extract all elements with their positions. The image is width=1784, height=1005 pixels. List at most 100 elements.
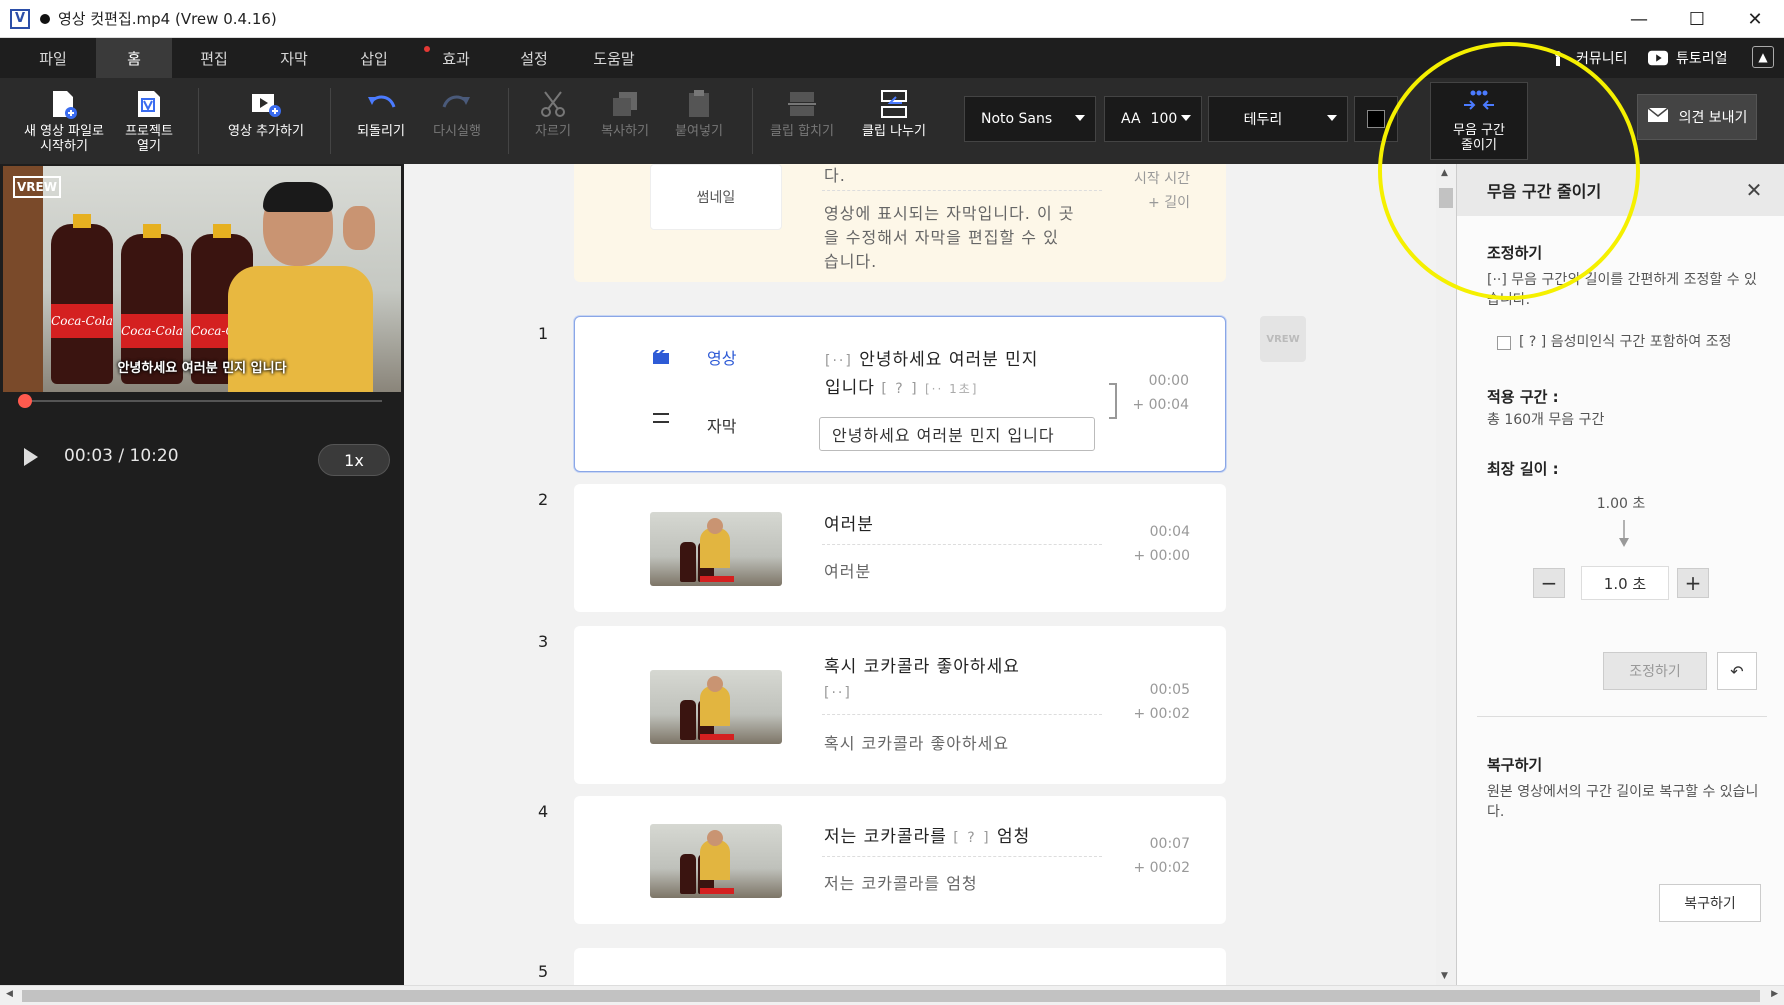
scroll-down-icon[interactable]: ▼ — [1441, 971, 1448, 981]
scroll-right-icon[interactable]: ▶ — [1771, 989, 1778, 999]
add-video-button[interactable]: 영상 추가하기 — [216, 88, 316, 139]
include-unrecognized-label[interactable]: [ ? ] 음성미인식 구간 포함하여 조정 — [1519, 332, 1779, 352]
menu-file[interactable]: 파일 — [20, 38, 86, 78]
restore-button[interactable]: 복구하기 — [1659, 884, 1761, 922]
close-button[interactable]: ✕ — [1726, 0, 1784, 38]
clip-thumbnail[interactable] — [650, 824, 782, 898]
editor-scrollbar[interactable]: ▲ ▼ — [1436, 164, 1456, 985]
apply-adjust-button[interactable]: 조정하기 — [1603, 652, 1707, 690]
new-video-button[interactable]: 새 영상 파일로 시작하기 — [22, 88, 106, 154]
menu-insert[interactable]: 삽입 — [336, 38, 412, 78]
clip-start-time: 00:00 — [1148, 373, 1189, 389]
font-select[interactable]: Noto Sans — [964, 96, 1096, 142]
reduce-silence-button[interactable]: 무음 구간 줄이기 — [1430, 82, 1528, 160]
clip-subtitle-text[interactable]: 여러분 — [824, 558, 871, 582]
scrollbar-thumb[interactable] — [22, 990, 1760, 1002]
unrecognized-tag[interactable]: [ ? ] — [881, 381, 918, 397]
clip-word-text[interactable]: 안녕하세요 여러분 민지 — [859, 350, 1038, 370]
cut-button[interactable]: 자르기 — [520, 88, 586, 139]
video-preview[interactable]: Coca-Cola Coca-Cola Coca-Cola VREW 안녕하세요… — [3, 166, 401, 392]
vrew-side-icon[interactable]: VREW — [1260, 316, 1306, 362]
clip-subtitle-text[interactable]: 저는 코카콜라를 엄청 — [824, 870, 978, 894]
subtitle-row-label: 자막 — [707, 417, 737, 436]
play-icon[interactable] — [24, 448, 38, 466]
horizontal-scrollbar[interactable]: ◀ ▶ — [0, 985, 1784, 1005]
merge-clip-button[interactable]: 클립 합치기 — [760, 88, 844, 139]
clipboard-icon — [683, 88, 715, 120]
include-unrecognized-checkbox[interactable] — [1497, 336, 1511, 350]
video-row-label: 영상 — [707, 349, 737, 368]
subtitle-input[interactable]: 안녕하세요 여러분 민지 입니다 — [819, 417, 1095, 451]
max-length-heading: 최장 길이 : — [1487, 460, 1559, 478]
menu-settings[interactable]: 설정 — [496, 38, 572, 78]
menu-edit[interactable]: 편집 — [176, 38, 252, 78]
menu-home[interactable]: 홈 — [96, 38, 172, 78]
minimize-button[interactable]: — — [1610, 0, 1668, 38]
youtube-icon — [1648, 50, 1668, 66]
tutorial-label: 튜토리얼 — [1676, 51, 1728, 67]
paste-button[interactable]: 붙여넣기 — [664, 88, 734, 139]
border-select[interactable]: 테두리 — [1208, 96, 1348, 142]
chevron-down-icon — [1181, 115, 1191, 121]
community-link[interactable]: 커뮤니티 — [1548, 38, 1628, 78]
scissors-icon — [537, 88, 569, 120]
panel-divider — [1477, 716, 1767, 717]
menu-bar: 파일 홈 편집 자막 삽입 효과 설정 도움말 커뮤니티 튜토리얼 — [0, 38, 1784, 78]
clip-words[interactable]: 저는 코카콜라를 [ ? ] 엄청 — [824, 822, 1030, 847]
clip-words[interactable]: 입니다 [ ? ] [·· 1초] — [825, 373, 978, 398]
scroll-left-icon[interactable]: ◀ — [6, 989, 13, 999]
clip-card[interactable]: 혹시 코카콜라 좋아하세요 [··] 혹시 코카콜라 좋아하세요 00:05 +… — [574, 626, 1226, 784]
max-length-input[interactable]: 1.0 초 — [1581, 566, 1669, 600]
clip-card[interactable]: 여러분 여러분 00:04 + 00:00 — [574, 484, 1226, 612]
increase-button[interactable]: + — [1677, 568, 1709, 598]
menu-effects[interactable]: 효과 — [418, 38, 494, 78]
scrollbar-thumb[interactable] — [1439, 188, 1453, 208]
scroll-up-icon[interactable]: ▲ — [1441, 168, 1448, 178]
clip-word-text[interactable]: 엄청 — [997, 827, 1030, 847]
send-feedback-label: 의견 보내기 — [1678, 110, 1748, 126]
silence-duration-tag[interactable]: [·· 1초] — [925, 382, 978, 396]
text-color-picker[interactable] — [1354, 96, 1398, 142]
menu-effects-label: 효과 — [442, 49, 470, 68]
clip-card[interactable]: 저는 코카콜라를 [ ? ] 엄청 저는 코카콜라를 엄청 00:07 + 00… — [574, 796, 1226, 924]
copy-button[interactable]: 복사하기 — [590, 88, 660, 139]
unrecognized-tag[interactable]: [ ? ] — [953, 830, 990, 846]
intro-text-line: 영상에 표시되는 자막입니다. 이 곳 — [824, 204, 1075, 223]
clip-word-text[interactable]: 입니다 — [825, 378, 875, 398]
clip-words[interactable]: [··] 안녕하세요 여러분 민지 — [825, 345, 1038, 370]
close-icon[interactable]: ✕ — [1742, 178, 1766, 202]
open-project-label-2: 열기 — [137, 139, 161, 154]
maximize-button[interactable]: ☐ — [1668, 0, 1726, 38]
send-feedback-button[interactable]: 의견 보내기 — [1637, 94, 1757, 140]
clip-word-text[interactable]: 저는 코카콜라를 — [824, 827, 947, 847]
clip-word-text[interactable]: 여러분 — [824, 510, 874, 535]
collapse-toolbar-button[interactable]: ▲ — [1752, 46, 1774, 68]
copy-icon — [609, 88, 641, 120]
undo-button[interactable]: 되돌리기 — [348, 88, 414, 139]
silence-tag[interactable]: [··] — [824, 685, 852, 701]
font-size-select[interactable]: AA 100 — [1104, 96, 1202, 142]
toolbar-separator — [330, 88, 331, 154]
clip-subtitle-text[interactable]: 혹시 코카콜라 좋아하세요 — [824, 730, 1009, 754]
toolbar-separator — [198, 88, 199, 154]
clip-word-text[interactable]: 혹시 코카콜라 좋아하세요 — [824, 652, 1020, 677]
clip-words[interactable]: [··] — [824, 682, 852, 702]
tutorial-link[interactable]: 튜토리얼 — [1648, 38, 1728, 78]
menu-help[interactable]: 도움말 — [576, 38, 652, 78]
menu-subtitle[interactable]: 자막 — [256, 38, 332, 78]
decrease-button[interactable]: − — [1533, 568, 1565, 598]
clip-length: + 00:02 — [1133, 706, 1190, 722]
playback-speed-button[interactable]: 1x — [318, 444, 390, 476]
clip-thumbnail[interactable] — [650, 670, 782, 744]
split-clip-button[interactable]: 클립 나누기 — [852, 88, 936, 139]
clip-card[interactable]: 영상 자막 [··] 안녕하세요 여러분 민지 입니다 [ ? ] [·· 1초… — [574, 316, 1226, 472]
clip-thumbnail[interactable] — [650, 512, 782, 586]
seek-bar[interactable] — [17, 394, 382, 408]
clip-card[interactable] — [574, 948, 1226, 985]
open-project-button[interactable]: 프로젝트 열기 — [114, 88, 184, 154]
compress-arrows-icon — [1462, 89, 1496, 117]
silence-tag[interactable]: [··] — [825, 353, 853, 369]
seek-handle[interactable] — [17, 394, 32, 408]
undo-adjust-button[interactable]: ↶ — [1717, 652, 1757, 690]
redo-button[interactable]: 다시실행 — [424, 88, 490, 139]
